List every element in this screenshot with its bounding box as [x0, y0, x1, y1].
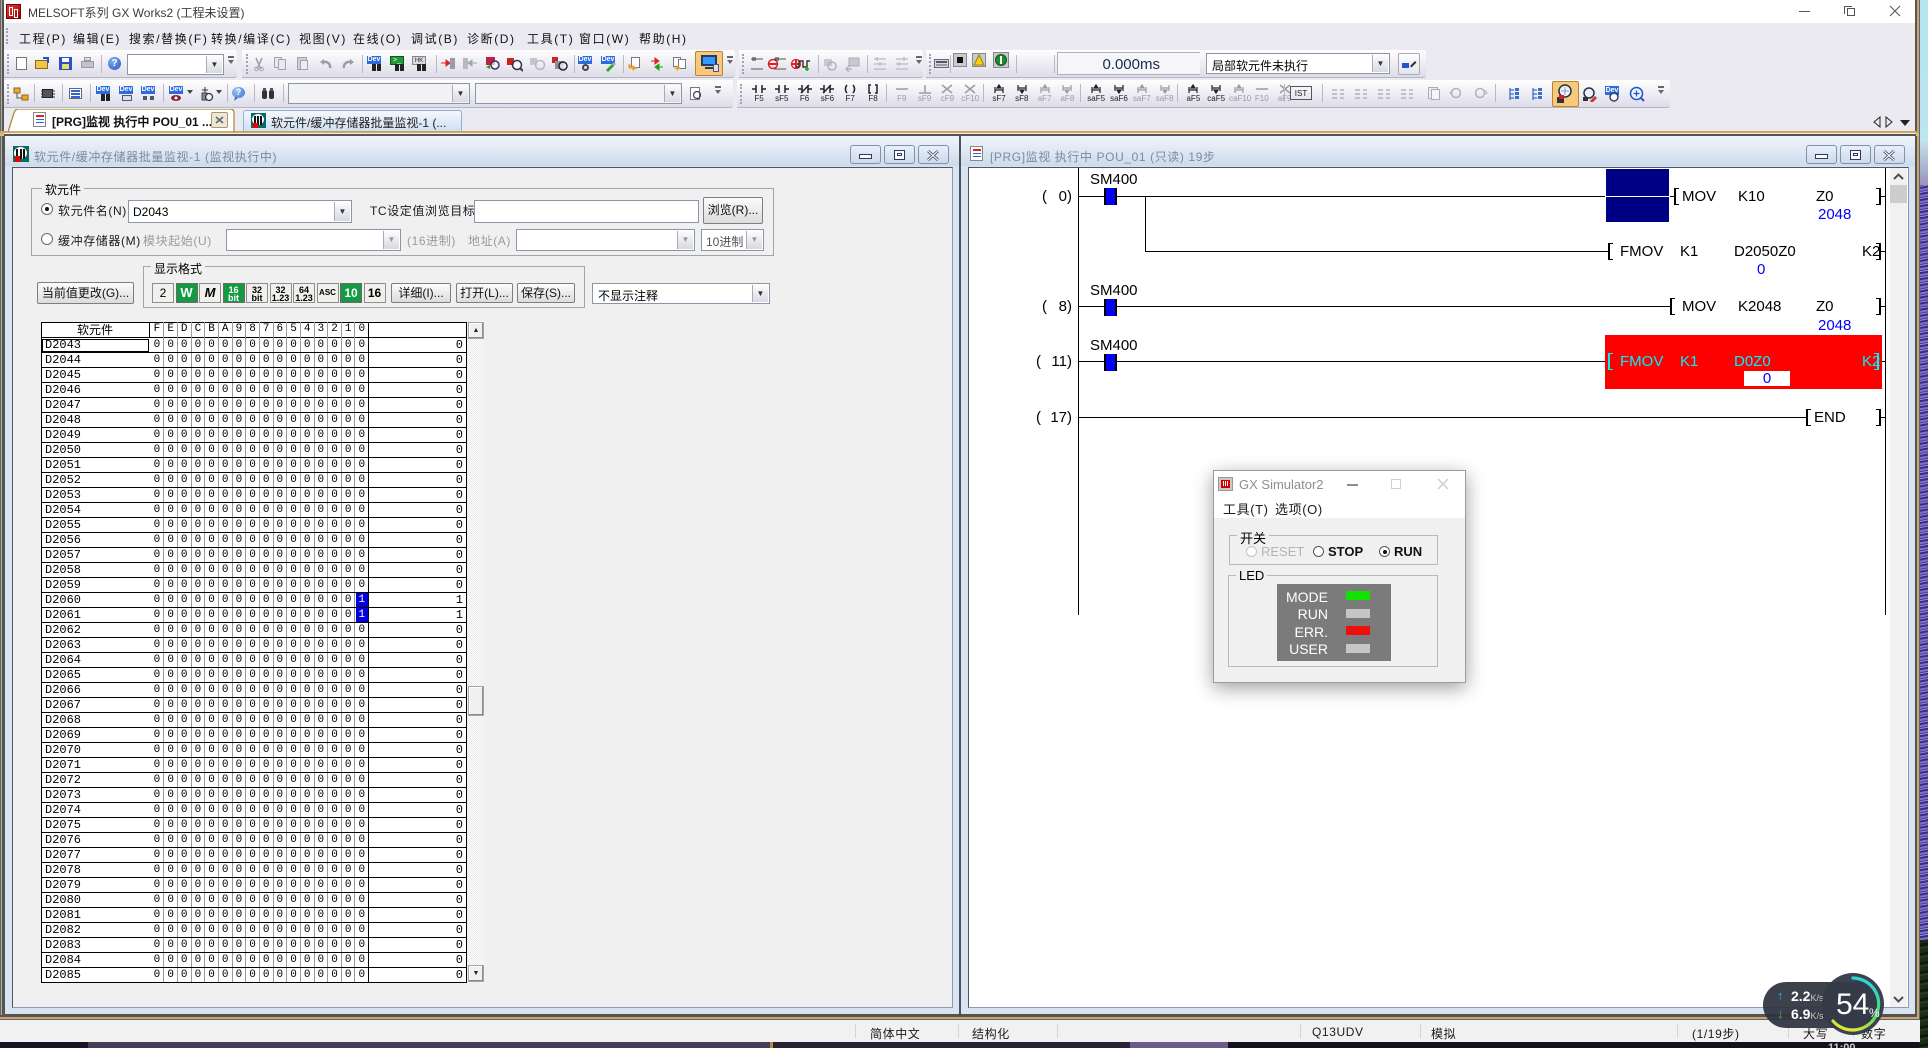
svg-text:%: %: [1869, 1006, 1880, 1020]
svg-text:54: 54: [1836, 988, 1869, 1021]
